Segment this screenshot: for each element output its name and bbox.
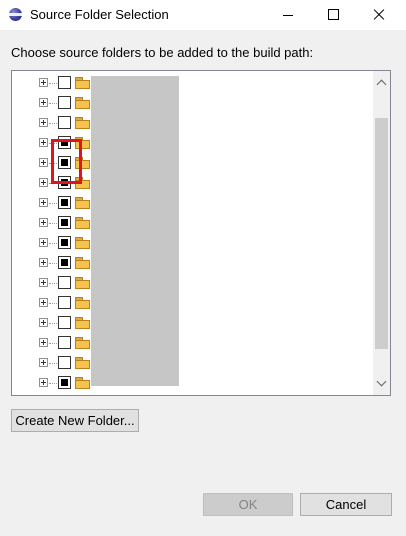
tree-connector-line xyxy=(49,343,57,344)
tree-row[interactable] xyxy=(12,353,374,373)
plus-box-icon[interactable] xyxy=(39,238,48,247)
folder-open-icon xyxy=(75,257,90,269)
tree-connector-line xyxy=(49,83,57,84)
tree-connector-line xyxy=(49,223,57,224)
folder-checkbox[interactable] xyxy=(58,76,71,89)
tree-connector-line xyxy=(49,263,57,264)
folder-open-icon xyxy=(75,337,90,349)
source-folder-tree[interactable] xyxy=(11,70,391,396)
plus-box-icon[interactable] xyxy=(39,118,48,127)
plus-box-icon[interactable] xyxy=(39,298,48,307)
highlight-box xyxy=(51,139,82,184)
folder-open-icon xyxy=(75,197,90,209)
tree-row[interactable] xyxy=(12,113,374,133)
close-button[interactable] xyxy=(356,0,402,30)
tree-row[interactable] xyxy=(12,93,374,113)
folder-open-icon xyxy=(75,117,90,129)
minimize-button[interactable] xyxy=(264,0,310,30)
plus-box-icon[interactable] xyxy=(39,138,48,147)
folder-open-icon xyxy=(75,297,90,309)
title-bar: Source Folder Selection xyxy=(0,0,406,30)
tree-connector-line xyxy=(49,363,57,364)
tree-connector-line xyxy=(49,243,57,244)
plus-box-icon[interactable] xyxy=(39,338,48,347)
tree-connector-line xyxy=(49,203,57,204)
tree-connector-line xyxy=(49,383,57,384)
tree-row[interactable] xyxy=(12,293,374,313)
plus-box-icon[interactable] xyxy=(39,318,48,327)
tree-row[interactable] xyxy=(12,313,374,333)
plus-box-icon[interactable] xyxy=(39,198,48,207)
maximize-button[interactable] xyxy=(310,0,356,30)
folder-open-icon xyxy=(75,317,90,329)
folder-checkbox[interactable] xyxy=(58,296,71,309)
folder-open-icon xyxy=(75,77,90,89)
ok-button[interactable]: OK xyxy=(203,493,293,516)
folder-checkbox[interactable] xyxy=(58,376,71,389)
folder-open-icon xyxy=(75,357,90,369)
plus-box-icon[interactable] xyxy=(39,98,48,107)
tree-connector-line xyxy=(49,323,57,324)
plus-box-icon[interactable] xyxy=(39,218,48,227)
tree-row[interactable] xyxy=(12,273,374,293)
folder-open-icon xyxy=(75,237,90,249)
plus-box-icon[interactable] xyxy=(39,278,48,287)
redacted-folder-names xyxy=(91,76,179,386)
folder-checkbox[interactable] xyxy=(58,336,71,349)
folder-checkbox[interactable] xyxy=(58,276,71,289)
tree-row[interactable] xyxy=(12,233,374,253)
create-new-folder-button[interactable]: Create New Folder... xyxy=(11,409,139,432)
tree-connector-line xyxy=(49,103,57,104)
plus-box-icon[interactable] xyxy=(39,258,48,267)
folder-checkbox[interactable] xyxy=(58,316,71,329)
tree-row[interactable] xyxy=(12,373,374,393)
tree-row[interactable] xyxy=(12,213,374,233)
window-title: Source Folder Selection xyxy=(30,7,169,22)
folder-open-icon xyxy=(75,217,90,229)
instruction-label: Choose source folders to be added to the… xyxy=(11,45,314,60)
folder-checkbox[interactable] xyxy=(58,256,71,269)
folder-checkbox[interactable] xyxy=(58,196,71,209)
scroll-up-icon[interactable] xyxy=(377,78,386,87)
scrollbar-thumb[interactable] xyxy=(375,118,388,349)
plus-box-icon[interactable] xyxy=(39,78,48,87)
tree-connector-line xyxy=(49,303,57,304)
plus-box-icon[interactable] xyxy=(39,158,48,167)
scroll-down-icon[interactable] xyxy=(377,379,386,388)
folder-open-icon xyxy=(75,377,90,389)
tree-row[interactable] xyxy=(12,253,374,273)
tree-row[interactable] xyxy=(12,193,374,213)
folder-checkbox[interactable] xyxy=(58,116,71,129)
tree-row[interactable] xyxy=(12,333,374,353)
plus-box-icon[interactable] xyxy=(39,358,48,367)
tree-connector-line xyxy=(49,123,57,124)
folder-checkbox[interactable] xyxy=(58,356,71,369)
tree-row[interactable] xyxy=(12,73,374,93)
plus-box-icon[interactable] xyxy=(39,378,48,387)
tree-connector-line xyxy=(49,283,57,284)
folder-checkbox[interactable] xyxy=(58,236,71,249)
cancel-button[interactable]: Cancel xyxy=(300,493,392,516)
plus-box-icon[interactable] xyxy=(39,178,48,187)
folder-open-icon xyxy=(75,97,90,109)
tree-rows xyxy=(12,73,374,393)
folder-checkbox[interactable] xyxy=(58,96,71,109)
folder-checkbox[interactable] xyxy=(58,216,71,229)
eclipse-icon xyxy=(9,8,22,21)
folder-open-icon xyxy=(75,277,90,289)
vertical-scrollbar[interactable] xyxy=(373,71,390,395)
